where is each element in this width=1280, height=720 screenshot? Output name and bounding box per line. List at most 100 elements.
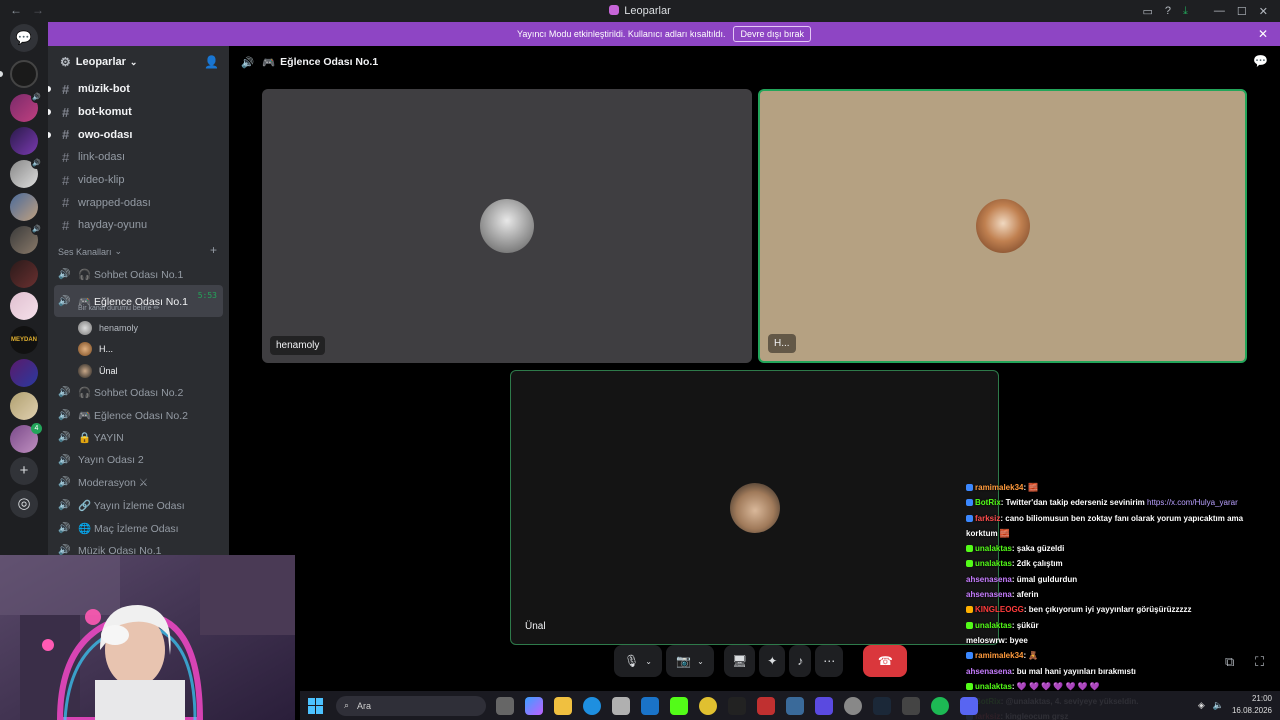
- epic-games-icon[interactable]: [728, 696, 746, 715]
- app-icon[interactable]: [902, 696, 920, 715]
- voice-channel-name: 🎧 Sohbet Odası No.1: [78, 268, 184, 281]
- voice-channel-name: 🎧 Sohbet Odası No.2: [78, 387, 184, 400]
- clock[interactable]: 21:00 16.08.2026: [1232, 693, 1272, 717]
- voice-channel[interactable]: 🔊 Moderasyon ⚔: [48, 472, 229, 495]
- server-avatar[interactable]: 🔊: [10, 92, 42, 122]
- mute-button[interactable]: 🎙 ⌄: [614, 645, 662, 677]
- windows-start-icon[interactable]: [308, 697, 324, 714]
- server-avatar[interactable]: [10, 392, 38, 420]
- chat-bubble-icon[interactable]: 💬: [1253, 54, 1268, 68]
- chat-username: ramimalek34: [975, 651, 1024, 661]
- file-explorer-icon[interactable]: [554, 696, 572, 715]
- voice-channel[interactable]: 🔊 🌐 Maç İzleme Odası: [48, 517, 229, 540]
- chat-message: ahsenasena: aferin: [966, 587, 1266, 602]
- voice-user[interactable]: H...: [48, 339, 229, 360]
- add-member-icon[interactable]: 👤: [204, 55, 219, 69]
- voice-channel[interactable]: 🔊 🎧 Sohbet Odası No.2: [48, 381, 229, 404]
- server-avatar[interactable]: MEYDAN: [10, 326, 38, 354]
- voice-channel[interactable]: 🔊 🎮 Eğlence Odası No.2: [48, 404, 229, 427]
- participant-tile[interactable]: Ünal: [510, 370, 999, 645]
- server-avatar[interactable]: 🔊: [10, 224, 42, 254]
- voice-channel[interactable]: 🔊 Yayın Odası 2: [48, 449, 229, 472]
- unread-indicator: [48, 109, 51, 116]
- maximize-icon[interactable]: ☐: [1237, 5, 1247, 18]
- help-icon[interactable]: ?: [1165, 5, 1171, 17]
- server-avatar[interactable]: [10, 260, 38, 288]
- chat-text: : byee: [1004, 635, 1028, 645]
- text-channel[interactable]: # hayday-oyunu: [48, 214, 229, 237]
- chevron-down-icon: ⌄: [645, 656, 652, 666]
- obs-icon[interactable]: [844, 696, 862, 715]
- text-channel[interactable]: # link-odası: [48, 146, 229, 169]
- app-icon[interactable]: [786, 696, 804, 715]
- chat-username: farksiz: [975, 513, 1001, 523]
- webcam-image: [0, 555, 295, 720]
- minimize-icon[interactable]: —: [1214, 5, 1225, 17]
- speaker-icon: 🔊: [58, 477, 71, 489]
- text-channel[interactable]: # bot-komut: [48, 101, 229, 124]
- chrome-icon[interactable]: [699, 696, 717, 715]
- outlook-icon[interactable]: [641, 696, 659, 715]
- inbox-icon[interactable]: ▭: [1143, 5, 1153, 18]
- voice-channel[interactable]: 🔊 🔗 Yayın İzleme Odası: [48, 494, 229, 517]
- text-channel[interactable]: # wrapped-odası: [48, 191, 229, 214]
- text-channel[interactable]: # video-klip: [48, 169, 229, 192]
- server-avatar[interactable]: [10, 359, 38, 387]
- server-avatar[interactable]: 4: [10, 423, 42, 453]
- speaker-icon: 🔊: [58, 432, 71, 444]
- voice-channel[interactable]: 🔊 Müzik Odası No.1: [48, 539, 229, 555]
- channel-status[interactable]: Bir kanal durumu belirle ✏: [78, 304, 159, 312]
- soundboard-button[interactable]: ♪: [789, 645, 812, 677]
- voice-channel-list: 🔊 🎧 Sohbet Odası No.1: [48, 263, 229, 286]
- edge-icon[interactable]: [583, 696, 601, 715]
- taskbar-search[interactable]: ⌕ Ara: [336, 695, 486, 716]
- end-call-button[interactable]: ☎: [863, 645, 908, 677]
- chat-badge-icon: [966, 606, 973, 614]
- participant-tile-speaking[interactable]: H...: [758, 89, 1247, 363]
- server-avatar[interactable]: [10, 193, 38, 221]
- text-channel[interactable]: # owo-odası: [48, 123, 229, 146]
- voice-user[interactable]: Ünal: [48, 360, 229, 381]
- server-avatar[interactable]: 🔊: [10, 158, 42, 188]
- activities-button[interactable]: ✦: [759, 645, 786, 677]
- volume-icon[interactable]: 🔈: [1213, 700, 1224, 711]
- server-name: Leoparlar: [75, 56, 126, 68]
- discord-home-icon[interactable]: 💬: [10, 24, 38, 52]
- voice-user[interactable]: henamoly: [48, 317, 229, 338]
- task-view-icon[interactable]: [496, 696, 514, 715]
- server-avatar[interactable]: [10, 292, 38, 320]
- voice-channel[interactable]: 🔊 🎧 Sohbet Odası No.1: [48, 263, 229, 286]
- spotify-icon[interactable]: [931, 696, 949, 715]
- server-avatar[interactable]: [10, 60, 38, 88]
- server-avatar[interactable]: [10, 127, 38, 155]
- chat-badge-icon: [966, 499, 973, 507]
- app-icon[interactable]: [757, 696, 775, 715]
- camera-button[interactable]: 📷 ⌄: [666, 645, 714, 677]
- close-banner-icon[interactable]: ✕: [1258, 27, 1268, 41]
- disable-streamer-mode-button[interactable]: Devre dışı bırak: [733, 26, 811, 42]
- chat-text: : aferin: [1011, 590, 1039, 600]
- voice-user-name: henamoly: [99, 323, 139, 334]
- close-window-icon[interactable]: ✕: [1259, 5, 1268, 18]
- copilot-icon[interactable]: [525, 696, 543, 715]
- discover-icon[interactable]: ◎: [10, 490, 38, 518]
- more-options-button[interactable]: ⋯: [815, 645, 844, 677]
- wifi-icon[interactable]: ◈: [1198, 700, 1205, 711]
- steam-icon[interactable]: [873, 696, 891, 715]
- voice-category[interactable]: Ses Kanalları ⌄ +: [48, 237, 229, 263]
- screen-share-button[interactable]: 🖥: [724, 645, 756, 677]
- server-header[interactable]: ⚙ Leoparlar ⌄ 👤: [48, 46, 229, 78]
- voice-channel[interactable]: 🔊 🔒 YAYIN: [48, 426, 229, 449]
- add-server-icon[interactable]: +: [10, 457, 38, 485]
- add-channel-icon[interactable]: +: [210, 243, 217, 257]
- discord-icon[interactable]: [960, 696, 978, 715]
- participant-tile[interactable]: henamoly: [262, 89, 752, 363]
- voice-timer: 5:53: [197, 291, 217, 301]
- chat-message: ramimalek34: 🧱: [966, 480, 1266, 495]
- kick-icon[interactable]: [670, 696, 688, 715]
- store-icon[interactable]: [612, 696, 630, 715]
- app-icon[interactable]: [815, 696, 833, 715]
- text-channel[interactable]: # müzik-bot: [48, 78, 229, 101]
- active-voice-channel[interactable]: 🔊 🎮 Eğlence Odası No.1 5:53 Bir kanal du…: [54, 285, 223, 318]
- download-icon[interactable]: ⤓: [1183, 5, 1188, 18]
